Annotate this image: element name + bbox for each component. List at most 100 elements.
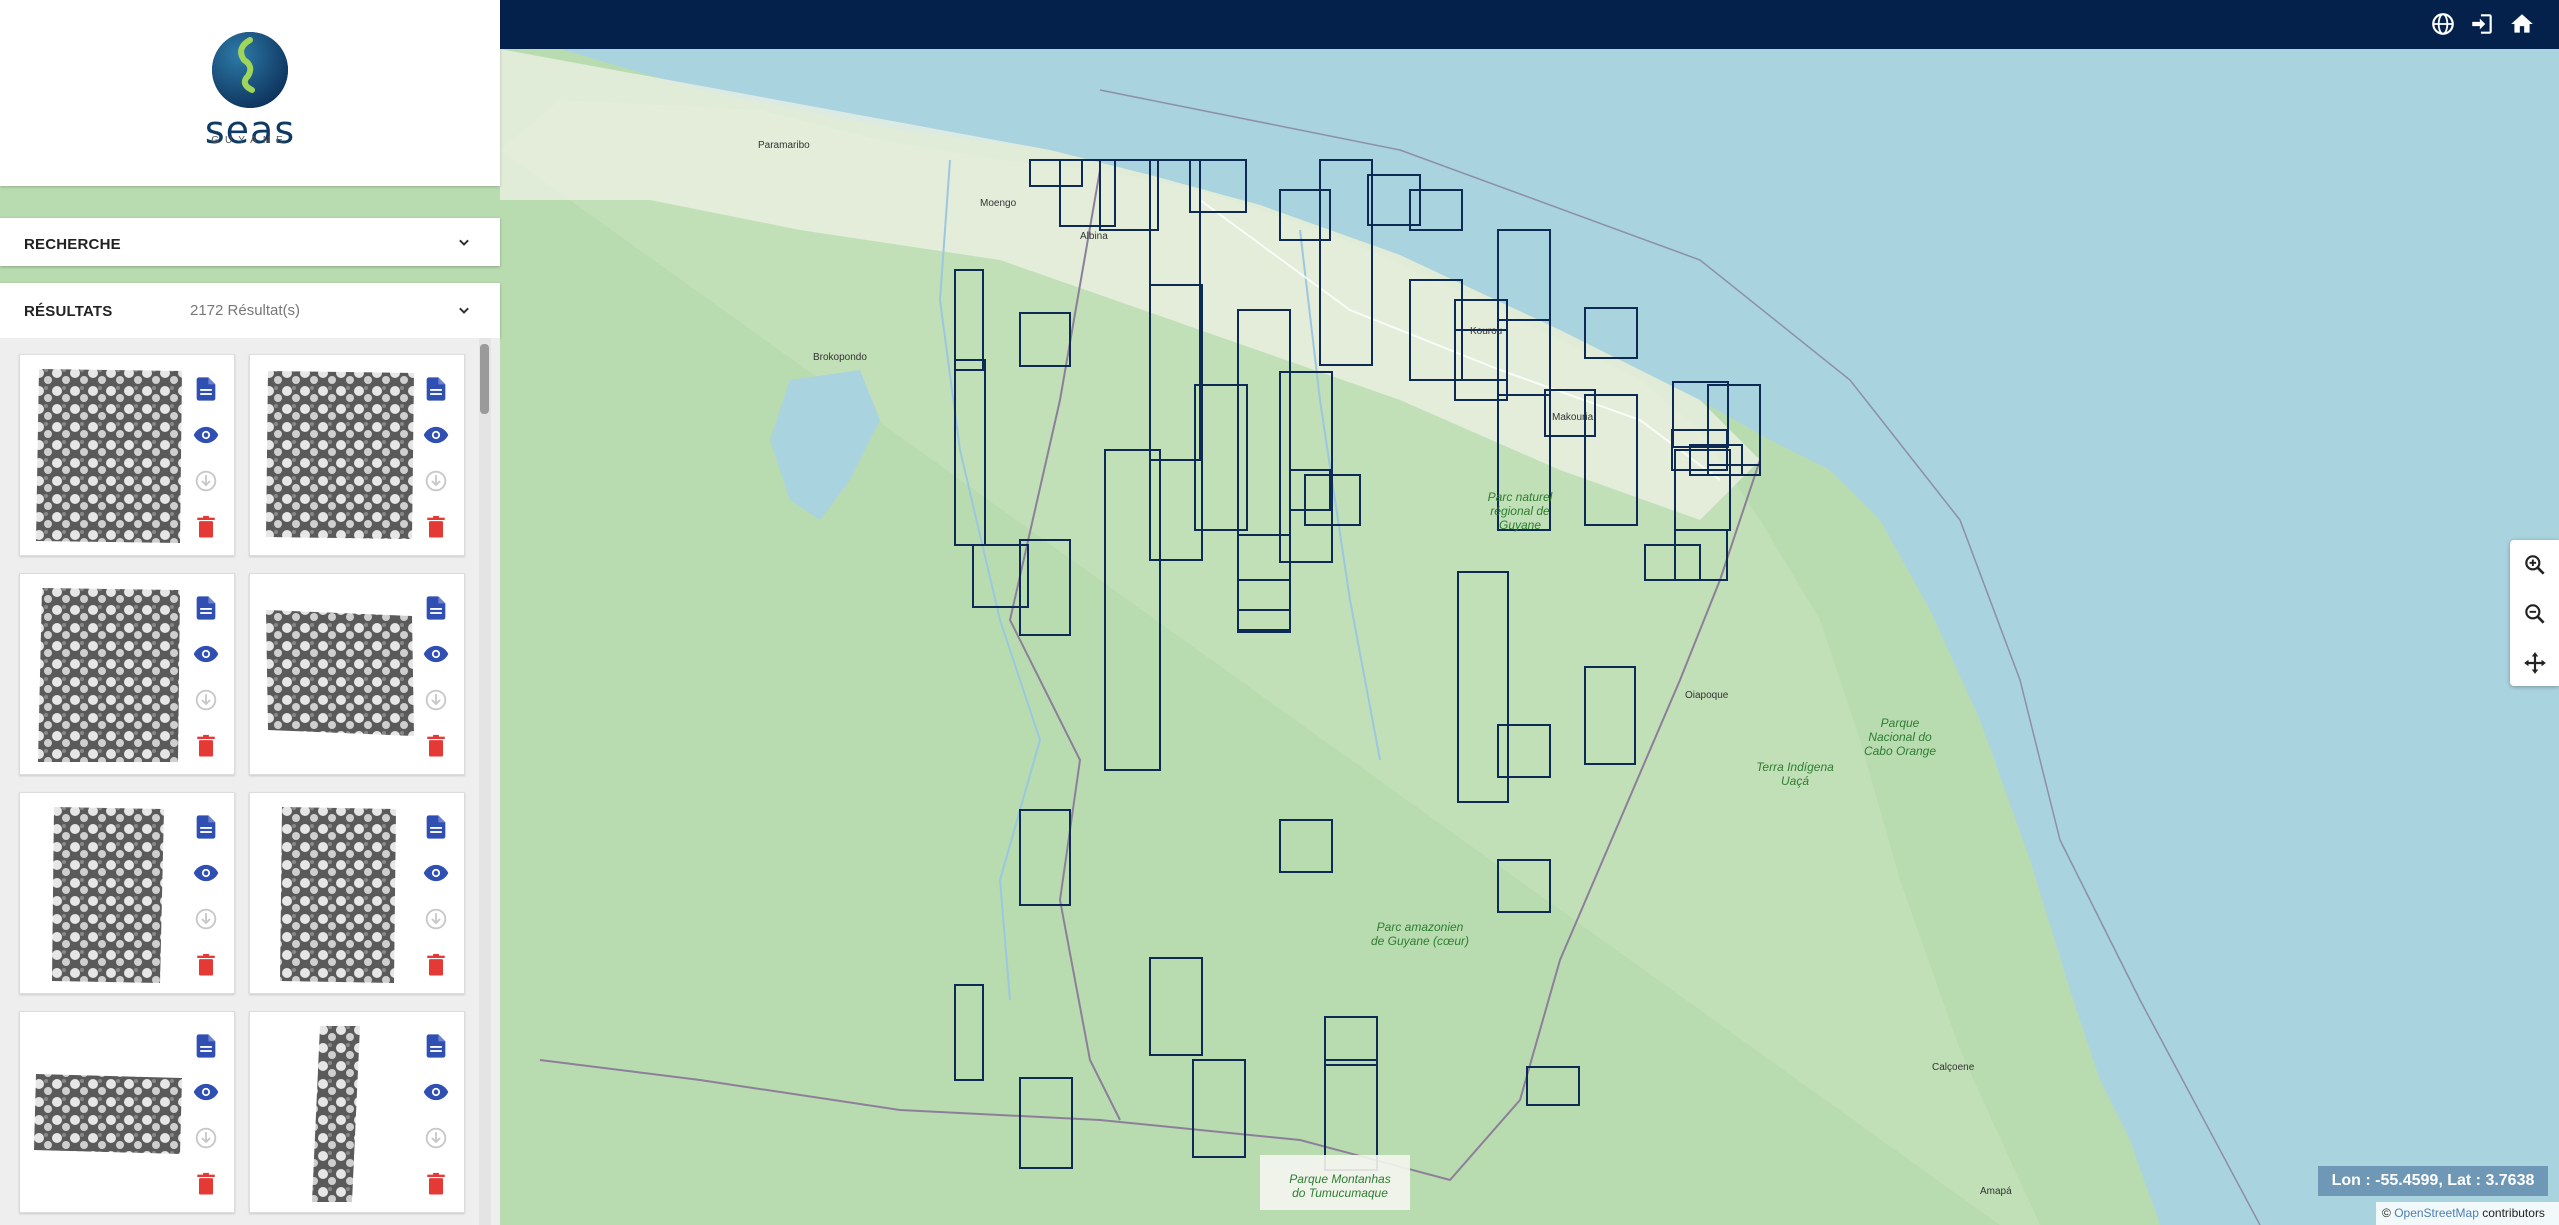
details-button[interactable] bbox=[422, 375, 450, 403]
download-icon bbox=[425, 689, 447, 711]
details-button[interactable] bbox=[192, 813, 220, 841]
download-icon bbox=[195, 689, 217, 711]
label-moengo: Moengo bbox=[980, 198, 1017, 209]
delete-button[interactable] bbox=[422, 951, 450, 979]
result-thumbnail[interactable] bbox=[34, 586, 184, 762]
results-count: 2172 Résultat(s) bbox=[190, 302, 301, 319]
label-park-pnr: Parc naturel régional de Guyane bbox=[1487, 490, 1553, 532]
search-panel-header[interactable]: RECHERCHE bbox=[0, 218, 500, 266]
result-card[interactable] bbox=[19, 1011, 235, 1213]
result-thumbnail[interactable] bbox=[264, 586, 414, 762]
results-list[interactable] bbox=[0, 338, 500, 1225]
footprint bbox=[1367, 174, 1421, 226]
download-icon bbox=[195, 908, 217, 930]
result-card[interactable] bbox=[249, 573, 465, 775]
delete-button[interactable] bbox=[192, 513, 220, 541]
result-card[interactable] bbox=[19, 792, 235, 994]
result-thumbnail[interactable] bbox=[264, 1024, 414, 1202]
label-amapa: Amapá bbox=[1980, 1186, 2012, 1197]
result-thumbnail[interactable] bbox=[34, 367, 184, 543]
document-icon bbox=[426, 377, 446, 401]
details-button[interactable] bbox=[422, 1032, 450, 1060]
trash-icon bbox=[197, 953, 215, 976]
globe-icon[interactable] bbox=[2430, 11, 2456, 37]
eye-icon bbox=[423, 426, 449, 444]
eye-icon bbox=[423, 645, 449, 663]
label-paramaribo: Paramaribo bbox=[758, 140, 810, 151]
document-icon bbox=[426, 815, 446, 839]
preview-button[interactable] bbox=[422, 859, 450, 887]
logo-subtext: GUYANE bbox=[211, 135, 289, 146]
document-icon bbox=[426, 596, 446, 620]
preview-button[interactable] bbox=[192, 1078, 220, 1106]
download-icon bbox=[425, 1127, 447, 1149]
label-park-cabo-orange: Parque Nacional do Cabo Orange bbox=[1863, 716, 1937, 758]
label-park-tumucumaque: Parque Montanhas do Tumucumaque bbox=[1289, 1172, 1391, 1200]
document-icon bbox=[196, 377, 216, 401]
delete-button[interactable] bbox=[422, 513, 450, 541]
preview-button[interactable] bbox=[192, 421, 220, 449]
eye-icon bbox=[193, 1083, 219, 1101]
download-button bbox=[192, 467, 220, 495]
map-attribution: © OpenStreetMap contributors bbox=[2376, 1202, 2559, 1225]
attribution-prefix: © bbox=[2382, 1206, 2395, 1220]
eye-icon bbox=[423, 864, 449, 882]
delete-button[interactable] bbox=[192, 951, 220, 979]
details-button[interactable] bbox=[192, 594, 220, 622]
map-zoom-controls bbox=[2510, 540, 2559, 686]
result-card[interactable] bbox=[19, 573, 235, 775]
trash-icon bbox=[197, 1172, 215, 1195]
document-icon bbox=[426, 1034, 446, 1058]
delete-button[interactable] bbox=[422, 732, 450, 760]
result-card[interactable] bbox=[249, 354, 465, 556]
label-kourou: Kourou bbox=[1470, 326, 1503, 337]
home-icon[interactable] bbox=[2509, 11, 2535, 37]
results-scrollbar[interactable] bbox=[479, 338, 491, 1225]
preview-button[interactable] bbox=[192, 859, 220, 887]
result-thumbnail[interactable] bbox=[264, 367, 414, 543]
details-button[interactable] bbox=[192, 1032, 220, 1060]
download-button bbox=[422, 1124, 450, 1152]
result-thumbnail[interactable] bbox=[34, 1024, 184, 1200]
trash-icon bbox=[197, 734, 215, 757]
trash-icon bbox=[427, 515, 445, 538]
delete-button[interactable] bbox=[422, 1170, 450, 1198]
label-brokopondo: Brokopondo bbox=[813, 352, 867, 363]
eye-icon bbox=[423, 1083, 449, 1101]
login-icon[interactable] bbox=[2469, 11, 2495, 37]
pan-icon[interactable] bbox=[2522, 650, 2548, 676]
preview-button[interactable] bbox=[422, 1078, 450, 1106]
label-park-uaca: Terra Indígena Uaçá bbox=[1756, 760, 1834, 788]
download-button bbox=[422, 467, 450, 495]
result-card[interactable] bbox=[249, 792, 465, 994]
preview-button[interactable] bbox=[422, 640, 450, 668]
zoom-in-icon[interactable] bbox=[2522, 552, 2548, 578]
details-button[interactable] bbox=[192, 375, 220, 403]
label-oiapoque: Oiapoque bbox=[1685, 690, 1729, 701]
details-button[interactable] bbox=[422, 594, 450, 622]
result-thumbnail[interactable] bbox=[34, 805, 184, 983]
label-makouria: Makouria bbox=[1552, 412, 1594, 423]
result-thumbnail[interactable] bbox=[264, 805, 414, 983]
results-panel-header[interactable]: RÉSULTATS 2172 Résultat(s) bbox=[0, 283, 500, 338]
trash-icon bbox=[427, 953, 445, 976]
trash-icon bbox=[427, 1172, 445, 1195]
chevron-down-icon[interactable] bbox=[454, 232, 474, 252]
label-calcoene: Calçoene bbox=[1932, 1062, 1975, 1073]
trash-icon bbox=[197, 515, 215, 538]
scrollbar-thumb[interactable] bbox=[480, 344, 489, 414]
result-card[interactable] bbox=[19, 354, 235, 556]
zoom-out-icon[interactable] bbox=[2522, 601, 2548, 627]
delete-button[interactable] bbox=[192, 1170, 220, 1198]
document-icon bbox=[196, 1034, 216, 1058]
chevron-down-icon[interactable] bbox=[454, 300, 474, 320]
attribution-link[interactable]: OpenStreetMap bbox=[2394, 1206, 2479, 1220]
result-card[interactable] bbox=[249, 1011, 465, 1213]
preview-button[interactable] bbox=[192, 640, 220, 668]
details-button[interactable] bbox=[422, 813, 450, 841]
eye-icon bbox=[193, 645, 219, 663]
preview-button[interactable] bbox=[422, 421, 450, 449]
delete-button[interactable] bbox=[192, 732, 220, 760]
eye-icon bbox=[193, 426, 219, 444]
download-button bbox=[192, 1124, 220, 1152]
